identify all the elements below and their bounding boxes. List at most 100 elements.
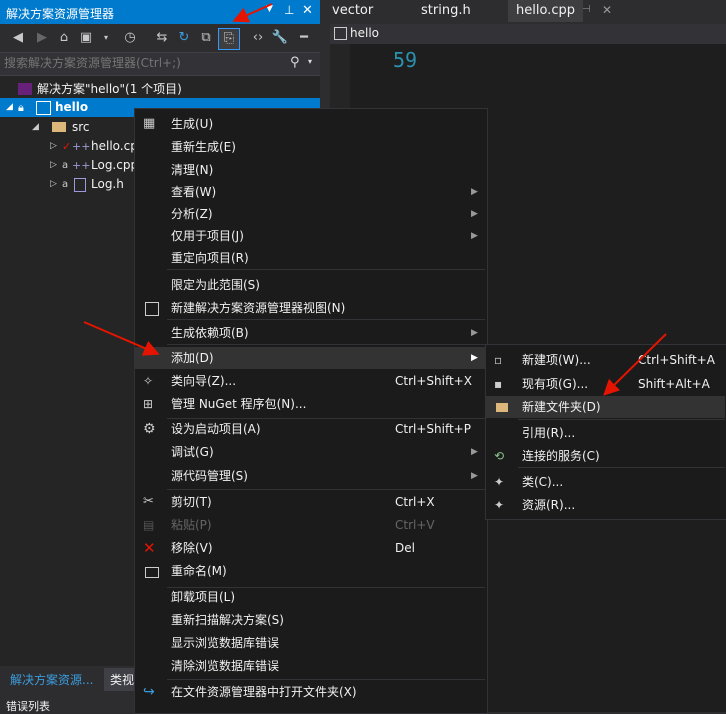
- file-label: Log.h: [91, 177, 124, 191]
- header-file-icon: [74, 178, 86, 192]
- pin-icon[interactable]: ⊣: [582, 4, 591, 15]
- menu-item-remove[interactable]: ✕ 移除(V) Del: [135, 537, 485, 559]
- collapse-arrow-icon[interactable]: ▷: [50, 156, 57, 175]
- menu-item-set-startup[interactable]: ⚙ 设为启动项目(A) Ctrl+Shift+P: [135, 418, 485, 440]
- add-submenu: ▫ 新建项(W)... Ctrl+Shift+A ▪ 现有项(G)... Shi…: [485, 344, 726, 520]
- tab-string-h[interactable]: string.h: [421, 0, 471, 22]
- submenu-item-existing-item[interactable]: ▪ 现有项(G)... Shift+Alt+A: [486, 373, 725, 395]
- menu-item-paste[interactable]: ▤ 粘贴(P) Ctrl+V: [135, 514, 485, 536]
- build-icon: ▦: [143, 116, 156, 131]
- menu-item-build-deps[interactable]: 生成依赖项(B) ▶: [135, 322, 485, 344]
- pending-changes-icon[interactable]: ◷: [120, 28, 140, 48]
- search-input[interactable]: [4, 55, 284, 71]
- rename-icon: [145, 567, 159, 578]
- cpp-file-icon: ++: [72, 159, 91, 172]
- menu-item-scope-to-this[interactable]: 限定为此范围(S): [135, 274, 485, 296]
- menu-item-debug[interactable]: 调试(G) ▶: [135, 441, 485, 463]
- solution-search-box[interactable]: ⚲ ▾: [0, 52, 320, 76]
- sync-icon[interactable]: ⇆: [152, 28, 172, 48]
- menu-item-unload[interactable]: 卸载项目(L): [135, 586, 485, 608]
- tab-solution-explorer[interactable]: 解决方案资源...: [10, 671, 93, 688]
- menu-item-rescan[interactable]: 重新扫描解决方案(S): [135, 609, 485, 631]
- tree-item-solution[interactable]: 解决方案"hello"(1 个项目): [0, 80, 320, 99]
- gear-icon: ⚙: [143, 421, 156, 437]
- preview-icon[interactable]: ━: [294, 28, 314, 48]
- pin-icon[interactable]: ⊥: [284, 3, 294, 17]
- back-icon[interactable]: ◀: [8, 28, 28, 48]
- project-label: hello: [55, 100, 89, 114]
- close-icon[interactable]: ✕: [602, 3, 612, 17]
- close-icon[interactable]: ✕: [302, 3, 313, 18]
- submenu-item-new-item[interactable]: ▫ 新建项(W)... Ctrl+Shift+A: [486, 349, 725, 371]
- project-icon: [334, 27, 347, 40]
- submenu-item-reference[interactable]: 引用(R)...: [486, 422, 725, 444]
- new-view-icon: [145, 302, 159, 316]
- tab-vector[interactable]: vector: [332, 0, 373, 22]
- remove-icon: ✕: [143, 539, 156, 557]
- checkmark-icon: ✓: [62, 140, 72, 153]
- refresh-icon[interactable]: ↻: [174, 28, 194, 48]
- menu-item-retarget[interactable]: 重定向项目(R): [135, 247, 485, 269]
- home-icon[interactable]: ⌂: [54, 28, 74, 48]
- submenu-arrow-icon: ▶: [471, 353, 478, 363]
- menu-item-new-view[interactable]: 新建解决方案资源管理器视图(N): [135, 297, 485, 319]
- menu-item-open-in-explorer[interactable]: ↪ 在文件资源管理器中打开文件夹(X): [135, 681, 485, 703]
- submenu-arrow-icon: ▶: [471, 187, 478, 197]
- solution-explorer-toolbar: ◀ ▶ ⌂ ▣ ▾ ◷ ⇆ ↻ ⧉ ⎘ ‹› 🔧 ━: [0, 24, 320, 52]
- menu-item-rename[interactable]: 重命名(M): [135, 560, 485, 582]
- menu-item-add[interactable]: 添加(D) ▶: [135, 347, 485, 369]
- menu-item-class-wizard[interactable]: ✧ 类向导(Z)... Ctrl+Shift+X: [135, 370, 485, 392]
- submenu-arrow-icon: ▶: [471, 231, 478, 241]
- collapse-arrow-icon[interactable]: ▷: [50, 175, 57, 194]
- forward-icon[interactable]: ▶: [32, 28, 52, 48]
- menu-item-build[interactable]: ▦ 生成(U): [135, 113, 485, 135]
- line-number: 59: [393, 48, 418, 72]
- submenu-item-resource[interactable]: ✦ 资源(R)...: [486, 494, 725, 516]
- menu-item-view[interactable]: 查看(W) ▶: [135, 181, 485, 203]
- file-label: Log.cpp: [91, 158, 139, 172]
- editor-nav-bar[interactable]: hello: [330, 24, 726, 45]
- collapse-arrow-icon[interactable]: ▷: [50, 137, 57, 156]
- search-options-icon[interactable]: ▾: [308, 57, 312, 66]
- menu-item-clear-db-errors[interactable]: 清除浏览数据库错误: [135, 655, 485, 677]
- menu-item-nuget[interactable]: ⊞ 管理 NuGet 程序包(N)...: [135, 393, 485, 415]
- menu-item-cut[interactable]: ✂ 剪切(T) Ctrl+X: [135, 491, 485, 513]
- expand-icon[interactable]: ◢: [32, 118, 39, 137]
- submenu-arrow-icon: ▶: [471, 447, 478, 457]
- folder-icon: [52, 122, 66, 132]
- solution-label: 解决方案"hello"(1 个项目): [37, 82, 182, 96]
- expand-icon[interactable]: ◢: [6, 98, 13, 117]
- switch-views-icon[interactable]: ▣: [76, 28, 96, 48]
- submenu-item-connected-service[interactable]: ⟲ 连接的服务(C): [486, 445, 725, 467]
- folder-label: src: [72, 120, 90, 134]
- submenu-arrow-icon: ▶: [471, 209, 478, 219]
- properties-wrench-icon[interactable]: 🔧: [270, 28, 290, 48]
- submenu-item-class[interactable]: ✦ 类(C)...: [486, 471, 725, 493]
- existing-item-icon: ▪: [494, 377, 503, 391]
- code-icon[interactable]: ‹›: [248, 28, 268, 48]
- class-icon: ✦: [494, 475, 505, 489]
- menu-item-rebuild[interactable]: 重新生成(E): [135, 136, 485, 158]
- menu-item-clean[interactable]: 清理(N): [135, 159, 485, 181]
- new-folder-icon: [496, 403, 508, 412]
- dropdown-icon[interactable]: ▼: [266, 4, 273, 14]
- search-icon[interactable]: ⚲: [290, 55, 300, 70]
- resource-icon: ✦: [494, 498, 505, 512]
- submenu-arrow-icon: ▶: [471, 471, 478, 481]
- class-wizard-icon: ✧: [143, 374, 154, 388]
- nav-scope: hello: [350, 26, 379, 40]
- show-all-files-icon[interactable]: ⎘: [218, 28, 240, 50]
- submenu-item-new-folder[interactable]: 新建文件夹(D): [486, 396, 725, 418]
- collapse-all-icon[interactable]: ⧉: [196, 28, 216, 48]
- solution-explorer-titlebar: 解决方案资源管理器 ▼ ⊥ ✕: [0, 0, 320, 24]
- lock-icon: a: [62, 179, 69, 190]
- context-menu: ▦ 生成(U) 重新生成(E) 清理(N) 查看(W) ▶ 分析(Z) ▶ 仅用…: [134, 108, 488, 714]
- menu-item-project-only[interactable]: 仅用于项目(J) ▶: [135, 225, 485, 247]
- dropdown-icon[interactable]: ▾: [96, 28, 116, 48]
- menu-item-show-db-errors[interactable]: 显示浏览数据库错误: [135, 632, 485, 654]
- menu-item-source-control[interactable]: 源代码管理(S) ▶: [135, 465, 485, 487]
- menu-item-analyze[interactable]: 分析(Z) ▶: [135, 203, 485, 225]
- tab-hello-cpp[interactable]: hello.cpp: [508, 0, 583, 22]
- cut-icon: ✂: [143, 494, 154, 509]
- nuget-icon: ⊞: [143, 397, 154, 411]
